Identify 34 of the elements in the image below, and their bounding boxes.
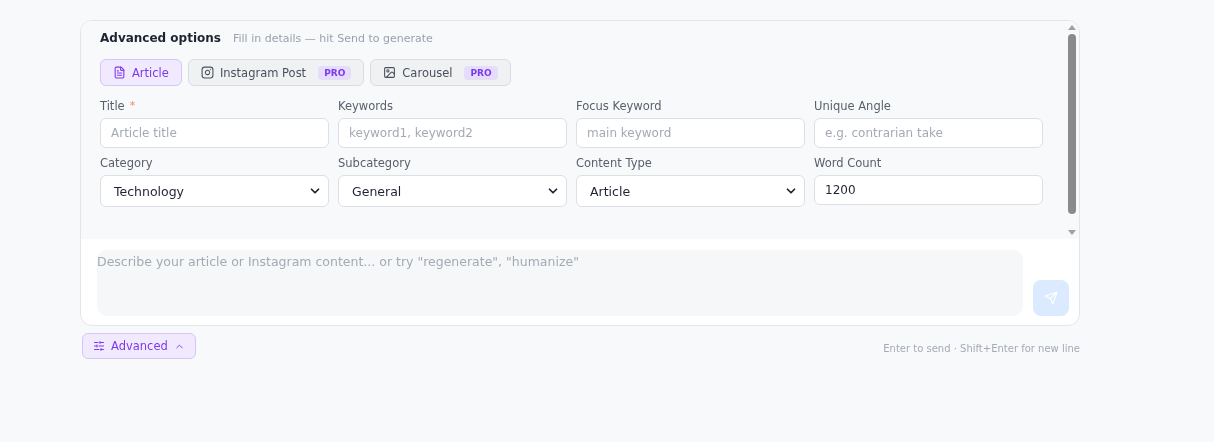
- scroll-down-arrow-icon[interactable]: [1067, 230, 1077, 236]
- field-label: Focus Keyword: [576, 99, 662, 113]
- select-field[interactable]: General: [338, 175, 567, 207]
- input-field[interactable]: 1200: [814, 175, 1043, 205]
- required-mark: *: [129, 99, 136, 113]
- field-label: Unique Angle: [814, 99, 891, 113]
- field-label: Title: [100, 99, 125, 113]
- pro-badge: PRO: [318, 65, 352, 80]
- prompt-input[interactable]: Describe your article or Instagram content... or try "regenerate", "humanize": [97, 250, 1023, 316]
- panel-hint: Fill in details — hit Send to generate: [233, 32, 433, 45]
- instagram-icon: [200, 66, 214, 79]
- field-label: Word Count: [814, 156, 882, 170]
- image-icon: [383, 66, 397, 79]
- advanced-toggle-button[interactable]: Advanced: [82, 333, 196, 359]
- select-field[interactable]: Article: [576, 175, 805, 207]
- input-field[interactable]: keyword1, keyword2: [338, 118, 567, 148]
- content-type-tab[interactable]: Article: [100, 59, 182, 86]
- sliders-icon: [93, 340, 105, 352]
- content-type-tab[interactable]: Instagram Post PRO: [187, 59, 365, 86]
- field-label: Keywords: [338, 99, 394, 113]
- field-label: Subcategory: [338, 156, 411, 170]
- select-field[interactable]: Technology: [100, 175, 329, 207]
- field-label: Category: [100, 156, 153, 170]
- field-label: Content Type: [576, 156, 652, 170]
- scroll-up-arrow-icon[interactable]: [1067, 24, 1077, 30]
- document-icon: [113, 66, 126, 79]
- keyboard-hint: Enter to send · Shift+Enter for new line: [883, 343, 1080, 354]
- pro-badge: PRO: [464, 65, 498, 80]
- input-field[interactable]: e.g. contrarian take: [814, 118, 1043, 148]
- panel-title: Advanced options: [100, 31, 221, 45]
- input-field[interactable]: Article title: [100, 118, 329, 148]
- send-icon: [1044, 291, 1058, 305]
- content-type-tab[interactable]: Carousel PRO: [370, 59, 511, 86]
- input-field[interactable]: main keyword: [576, 118, 805, 148]
